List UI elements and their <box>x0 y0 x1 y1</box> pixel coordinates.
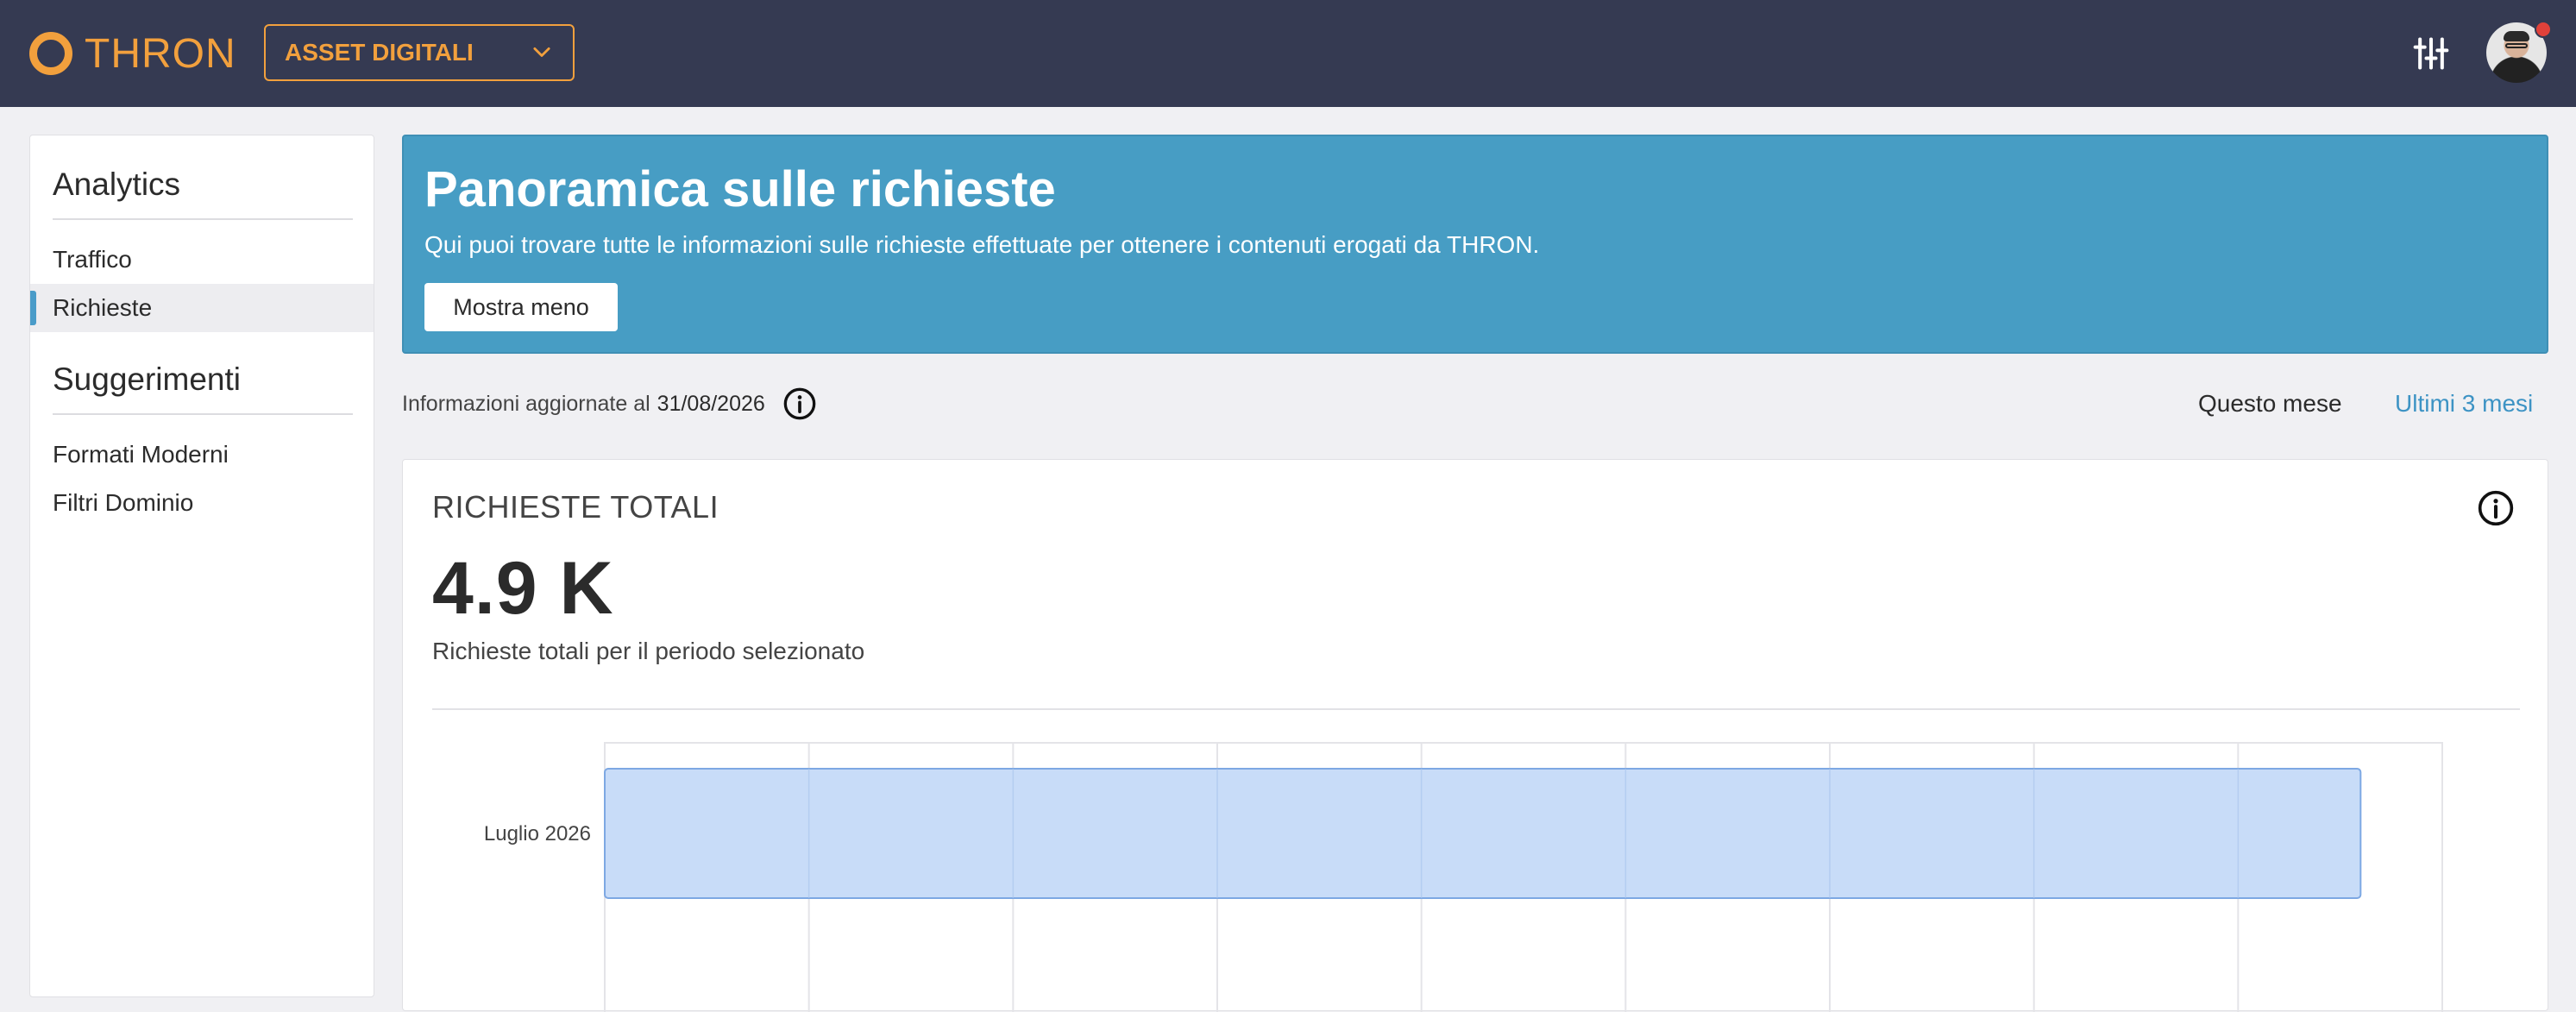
sidebar-item-formati-moderni[interactable]: Formati Moderni <box>30 431 374 479</box>
filters-icon[interactable] <box>2412 35 2450 72</box>
sidebar-item-filtri-dominio[interactable]: Filtri Dominio <box>30 479 374 527</box>
sidebar-section-suggerimenti: Suggerimenti <box>53 361 242 397</box>
update-date: 31/08/2026 <box>657 391 765 416</box>
sidebar-divider <box>53 218 353 220</box>
chart-bar[interactable] <box>604 768 2362 899</box>
banner-description: Qui puoi trovare tutte le informazioni s… <box>424 231 1540 258</box>
sidebar-section-analytics: Analytics <box>53 167 181 202</box>
notification-dot <box>2535 21 2552 38</box>
info-icon[interactable] <box>782 387 817 421</box>
logo-text: THRON <box>85 30 236 77</box>
banner-title: Panoramica sulle richieste <box>424 161 1056 217</box>
sidebar-divider <box>53 413 353 415</box>
top-bar: THRON ASSET DIGITALI <box>0 0 2576 107</box>
avatar-glasses <box>2505 43 2528 48</box>
user-avatar[interactable] <box>2486 21 2552 83</box>
total-requests-card: RICHIESTE TOTALI 4.9 K Richieste totali … <box>402 459 2548 1012</box>
asset-selector-dropdown[interactable]: ASSET DIGITALI <box>264 24 575 81</box>
sidebar-item-richieste[interactable]: Richieste <box>30 284 374 332</box>
thron-logo[interactable]: THRON <box>29 22 236 85</box>
requests-bar-chart: Luglio 2026 <box>484 742 2443 1012</box>
period-last-3-months[interactable]: Ultimi 3 mesi <box>2395 390 2533 418</box>
sidebar: Analytics Traffico Richieste Suggeriment… <box>29 135 374 997</box>
period-this-month[interactable]: Questo mese <box>2198 390 2342 418</box>
update-info: Informazioni aggiornate al 31/08/2026 <box>402 387 817 421</box>
overview-banner: Panoramica sulle richieste Qui puoi trov… <box>402 135 2548 354</box>
show-less-button[interactable]: Mostra meno <box>424 283 618 331</box>
sidebar-item-traffico[interactable]: Traffico <box>30 236 374 284</box>
chart-category-label: Luglio 2026 <box>484 822 591 845</box>
avatar-hair <box>2504 31 2529 41</box>
update-info-label: Informazioni aggiornate al <box>402 391 650 416</box>
asset-selector-label: ASSET DIGITALI <box>285 39 474 66</box>
chevron-down-icon <box>533 47 550 57</box>
logo-ring-icon <box>29 32 72 75</box>
